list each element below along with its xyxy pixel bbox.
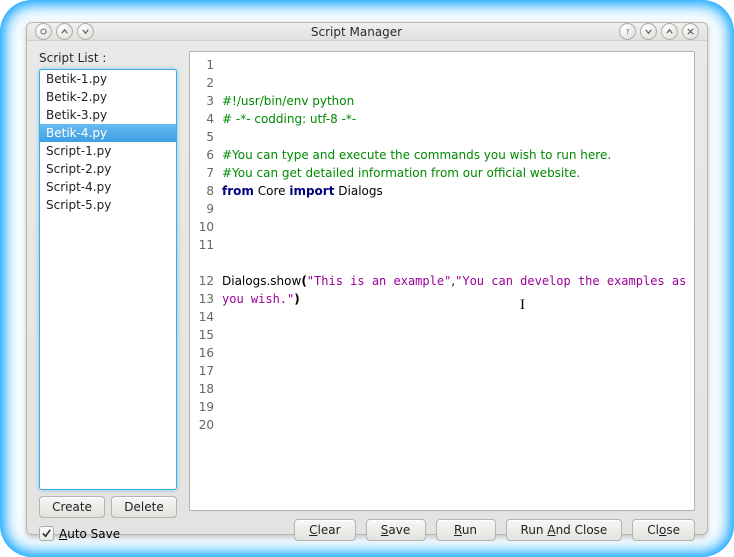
create-button[interactable]: Create (39, 496, 105, 518)
list-item[interactable]: Betik-4.py (40, 124, 176, 142)
window-title: Script Manager (94, 25, 619, 39)
list-item[interactable]: Script-1.py (40, 142, 176, 160)
list-item[interactable]: Betik-2.py (40, 88, 176, 106)
list-item[interactable]: Script-4.py (40, 178, 176, 196)
line-number-gutter: 1234567891011 121314151617181920 (190, 52, 220, 510)
run-and-close-button[interactable]: Run And Close (506, 519, 623, 541)
code-area[interactable]: #!/usr/bin/env python# -*- codding: utf-… (220, 52, 694, 510)
help-icon[interactable]: ? (619, 23, 636, 40)
sidebar: Script List : Betik-1.pyBetik-2.pyBetik-… (39, 51, 177, 541)
autosave-checkbox[interactable] (39, 526, 54, 541)
script-manager-window: Script Manager ? Script List : Betik-1.p… (26, 22, 708, 535)
menu-icon[interactable] (35, 23, 52, 40)
save-button[interactable]: Save (366, 519, 426, 541)
text-cursor-icon: I (520, 296, 525, 314)
list-item[interactable]: Script-2.py (40, 160, 176, 178)
rollup-icon[interactable] (56, 23, 73, 40)
rolldown-icon[interactable] (77, 23, 94, 40)
delete-button[interactable]: Delete (111, 496, 177, 518)
code-editor[interactable]: 1234567891011 121314151617181920 #!/usr/… (189, 51, 695, 511)
run-button[interactable]: Run (436, 519, 496, 541)
autosave-label: Auto Save (59, 527, 120, 541)
list-item[interactable]: Betik-3.py (40, 106, 176, 124)
titlebar: Script Manager ? (27, 23, 707, 41)
script-list[interactable]: Betik-1.pyBetik-2.pyBetik-3.pyBetik-4.py… (39, 69, 177, 490)
list-item[interactable]: Betik-1.py (40, 70, 176, 88)
svg-text:?: ? (626, 27, 630, 36)
close-button[interactable]: Close (632, 519, 695, 541)
close-icon[interactable] (682, 23, 699, 40)
script-list-label: Script List : (39, 51, 177, 65)
editor-panel: 1234567891011 121314151617181920 #!/usr/… (189, 51, 695, 541)
clear-button[interactable]: Clear (294, 519, 355, 541)
maximize-icon[interactable] (661, 23, 678, 40)
list-item[interactable]: Script-5.py (40, 196, 176, 214)
minimize-icon[interactable] (640, 23, 657, 40)
